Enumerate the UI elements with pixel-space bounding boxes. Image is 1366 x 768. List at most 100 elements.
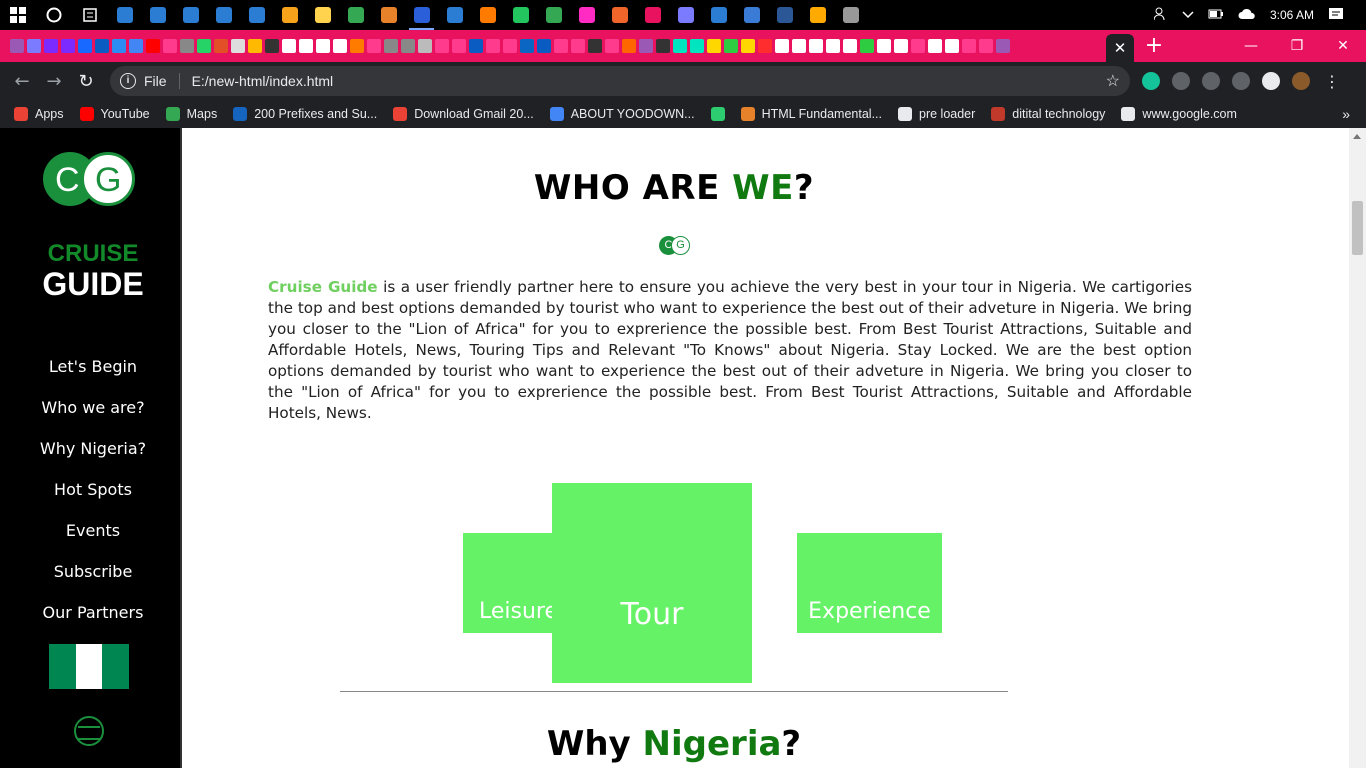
taskbar-app-icon[interactable] (372, 0, 405, 30)
browser-tab[interactable] (586, 30, 603, 62)
bookmark-item[interactable]: www.google.com (1121, 107, 1237, 121)
new-tab-button[interactable]: + (1134, 30, 1174, 62)
browser-tab[interactable] (229, 30, 246, 62)
browser-tab[interactable] (824, 30, 841, 62)
cloud-icon[interactable] (1238, 8, 1256, 23)
browser-tab[interactable] (926, 30, 943, 62)
browser-tab[interactable] (773, 30, 790, 62)
browser-tab[interactable] (246, 30, 263, 62)
battery-icon[interactable] (1208, 8, 1224, 23)
browser-tab[interactable] (637, 30, 654, 62)
browser-tab[interactable] (127, 30, 144, 62)
extension-icon[interactable] (1202, 72, 1220, 90)
globe-icon[interactable] (74, 716, 104, 746)
browser-tab[interactable] (790, 30, 807, 62)
taskbar-app-icon[interactable] (438, 0, 471, 30)
bookmark-item[interactable]: Maps (165, 107, 217, 121)
taskbar-app-icon[interactable] (735, 0, 768, 30)
bookmark-item[interactable] (710, 107, 725, 121)
browser-tab[interactable] (501, 30, 518, 62)
browser-tab[interactable] (8, 30, 25, 62)
taskbar-app-icon[interactable] (405, 0, 438, 30)
extension-icon[interactable] (1142, 72, 1160, 90)
forward-button[interactable]: → (38, 71, 70, 92)
browser-tab[interactable] (841, 30, 858, 62)
browser-tab[interactable] (620, 30, 637, 62)
back-button[interactable]: ← (6, 71, 38, 92)
browser-tab[interactable] (263, 30, 280, 62)
bookmark-star-icon[interactable]: ☆ (1106, 71, 1120, 91)
browser-tab[interactable] (433, 30, 450, 62)
bookmark-item[interactable]: HTML Fundamental... (740, 107, 882, 121)
browser-tab[interactable] (688, 30, 705, 62)
taskbar-app-icon[interactable] (768, 0, 801, 30)
browser-tab[interactable] (569, 30, 586, 62)
browser-tab[interactable] (671, 30, 688, 62)
chevron-up-icon[interactable] (1182, 8, 1194, 22)
page-scrollbar[interactable] (1349, 128, 1366, 768)
taskbar-app-icon[interactable] (240, 0, 273, 30)
browser-tab[interactable] (76, 30, 93, 62)
restore-button[interactable]: ❐ (1274, 30, 1320, 62)
browser-tab[interactable] (909, 30, 926, 62)
taskbar-app-icon[interactable] (702, 0, 735, 30)
browser-tab[interactable] (722, 30, 739, 62)
taskbar-app-icon[interactable] (471, 0, 504, 30)
site-info-icon[interactable]: i (120, 73, 136, 89)
clock[interactable]: 3:06 AM (1270, 8, 1314, 22)
nav-who-we-are[interactable]: Who we are? (0, 394, 186, 435)
browser-tab[interactable] (280, 30, 297, 62)
browser-tab[interactable] (450, 30, 467, 62)
browser-tab[interactable] (59, 30, 76, 62)
scroll-up-arrow-icon[interactable] (1353, 134, 1361, 139)
card-experience[interactable]: Experience (797, 533, 942, 633)
browser-tab[interactable] (348, 30, 365, 62)
taskbar-app-icon[interactable] (339, 0, 372, 30)
browser-tab[interactable] (212, 30, 229, 62)
nav-why-nigeria[interactable]: Why Nigeria? (0, 435, 186, 476)
browser-tab[interactable] (382, 30, 399, 62)
close-window-button[interactable]: ✕ (1320, 30, 1366, 62)
taskbar-app-icon[interactable] (801, 0, 834, 30)
extension-icon[interactable] (1262, 72, 1280, 90)
taskbar-app-icon[interactable] (570, 0, 603, 30)
extension-icon[interactable] (1232, 72, 1250, 90)
bookmark-item[interactable]: ABOUT YOODOWN... (549, 107, 695, 121)
browser-tab[interactable] (603, 30, 620, 62)
browser-tab[interactable] (654, 30, 671, 62)
browser-tab[interactable] (552, 30, 569, 62)
bookmark-item[interactable]: YouTube (79, 107, 150, 121)
bookmark-item[interactable]: pre loader (898, 107, 975, 121)
nav-subscribe[interactable]: Subscribe (0, 558, 186, 599)
card-tour[interactable]: Tour (552, 483, 752, 683)
browser-tab[interactable] (875, 30, 892, 62)
browser-tab[interactable] (42, 30, 59, 62)
browser-tab[interactable] (25, 30, 42, 62)
browser-tab[interactable] (960, 30, 977, 62)
browser-tab[interactable] (977, 30, 994, 62)
nav-events[interactable]: Events (0, 517, 186, 558)
taskbar-app-icon[interactable] (108, 0, 141, 30)
close-tab-button[interactable]: ✕ (1106, 34, 1134, 62)
url-text[interactable]: E:/new-html/index.html (192, 73, 334, 89)
card-leisure[interactable]: Leisure (463, 533, 563, 633)
browser-menu-button[interactable]: ⋮ (1324, 72, 1340, 91)
nav-lets-begin[interactable]: Let's Begin (0, 353, 186, 394)
people-icon[interactable] (1153, 7, 1168, 24)
bookmark-item[interactable]: Download Gmail 20... (393, 107, 534, 121)
browser-tab[interactable] (705, 30, 722, 62)
taskbar-app-icon[interactable] (669, 0, 702, 30)
browser-tab[interactable] (93, 30, 110, 62)
nav-hot-spots[interactable]: Hot Spots (0, 476, 186, 517)
taskbar-app-icon[interactable] (834, 0, 867, 30)
taskbar-app-icon[interactable] (306, 0, 339, 30)
taskbar-app-icon[interactable] (537, 0, 570, 30)
browser-tab[interactable] (365, 30, 382, 62)
taskbar-app-icon[interactable] (207, 0, 240, 30)
extension-icon[interactable] (1292, 72, 1310, 90)
browser-tab[interactable] (756, 30, 773, 62)
browser-tab[interactable] (739, 30, 756, 62)
notifications-icon[interactable] (1328, 6, 1344, 25)
browser-tab[interactable] (314, 30, 331, 62)
browser-tab[interactable] (518, 30, 535, 62)
